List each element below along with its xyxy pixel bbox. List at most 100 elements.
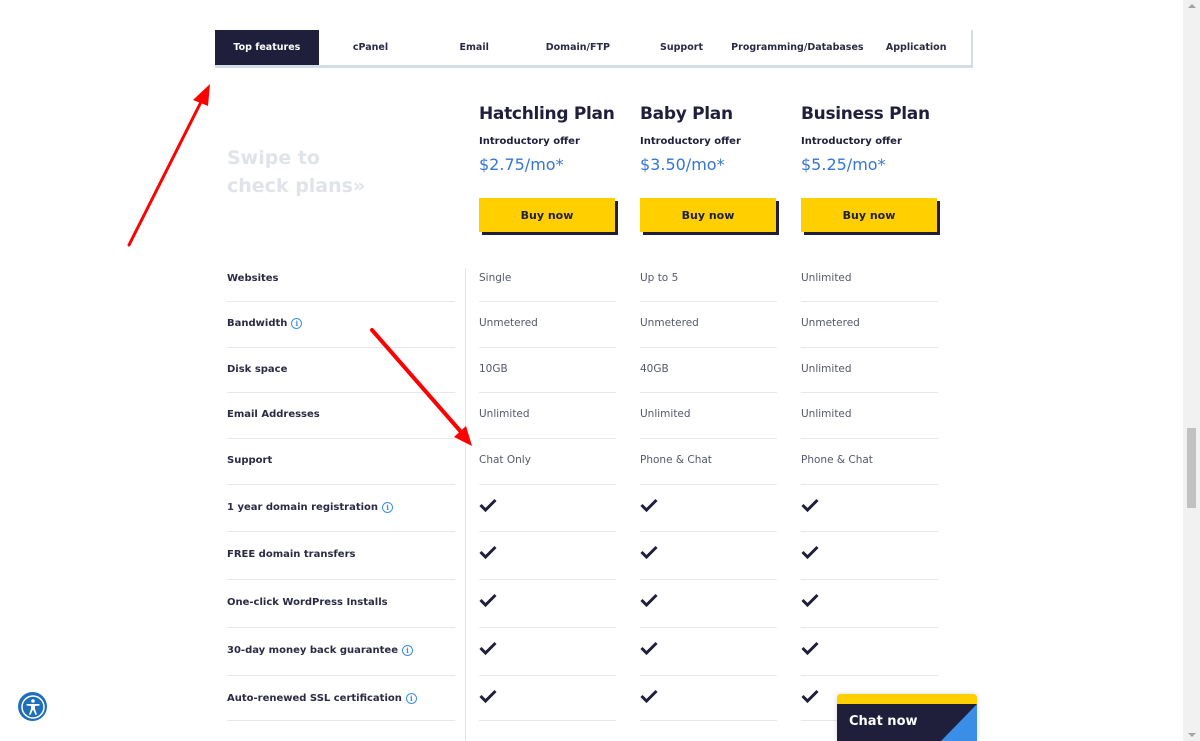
info-icon[interactable]: i xyxy=(402,644,413,656)
check-icon xyxy=(640,689,658,703)
feature-label-text: Bandwidth xyxy=(227,317,288,329)
feature-row-label: 1 year domain registration i xyxy=(227,494,455,520)
row-separator xyxy=(227,720,455,721)
row-separator xyxy=(227,675,455,676)
row-separator xyxy=(640,301,777,302)
feature-row-label: Websites xyxy=(227,266,455,290)
feature-label-text: Email Addresses xyxy=(227,408,320,420)
page-scrollbar[interactable] xyxy=(1183,0,1200,741)
row-separator xyxy=(640,720,777,721)
row-separator xyxy=(640,347,777,348)
chat-now-widget[interactable]: Chat now xyxy=(837,694,977,741)
annotation-arrow-tabs xyxy=(127,84,210,247)
row-separator xyxy=(479,720,616,721)
row-separator xyxy=(227,392,455,393)
row-separator xyxy=(801,579,938,580)
feature-value: Unlimited xyxy=(801,272,852,284)
row-separator xyxy=(227,579,455,580)
feature-label-text: 1 year domain registration xyxy=(227,501,379,513)
plan-business: Business Plan Introductory offer $5.25/m… xyxy=(801,104,941,232)
feature-label-text: 30-day money back guarantee xyxy=(227,644,398,656)
buy-now-button[interactable]: Buy now xyxy=(640,198,776,232)
tab-application[interactable]: Application xyxy=(861,30,971,65)
row-separator xyxy=(227,301,455,302)
plan-name: Hatchling Plan xyxy=(479,104,615,124)
feature-value: 10GB xyxy=(479,363,508,375)
row-separator xyxy=(640,438,777,439)
chat-now-label: Chat now xyxy=(849,714,918,729)
feature-value: Unlimited xyxy=(801,363,852,375)
feature-value: Phone & Chat xyxy=(801,454,873,466)
row-separator xyxy=(801,675,938,676)
check-icon xyxy=(801,545,819,559)
tab-top-features[interactable]: Top features xyxy=(215,30,319,65)
feature-value: Up to 5 xyxy=(640,272,679,284)
row-separator xyxy=(801,347,938,348)
info-icon[interactable]: i xyxy=(382,501,394,513)
scroll-down-arrow[interactable] xyxy=(1188,733,1196,737)
feature-row-label: Disk space xyxy=(227,357,455,381)
check-icon xyxy=(801,498,819,512)
row-separator xyxy=(640,392,777,393)
feature-value: Unmetered xyxy=(640,317,699,329)
check-icon xyxy=(801,593,819,607)
row-separator xyxy=(801,627,938,628)
check-icon xyxy=(640,545,658,559)
row-separator xyxy=(479,627,616,628)
tab-email[interactable]: Email xyxy=(422,30,526,65)
info-icon[interactable]: i xyxy=(291,317,303,329)
row-separator xyxy=(479,484,616,485)
feature-value: Unlimited xyxy=(640,408,691,420)
plan-name: Business Plan xyxy=(801,104,930,124)
buy-now-button[interactable]: Buy now xyxy=(801,198,937,232)
row-separator xyxy=(640,675,777,676)
row-separator xyxy=(227,438,455,439)
plan-price: $5.25/mo* xyxy=(801,155,886,174)
feature-value: Chat Only xyxy=(479,454,531,466)
plan-price: $2.75/mo* xyxy=(479,155,564,174)
tab-programming-databases[interactable]: Programming/Databases xyxy=(731,30,863,65)
row-separator xyxy=(227,484,455,485)
scroll-thumb[interactable] xyxy=(1187,428,1196,508)
swipe-hint-line1: Swipe to xyxy=(227,147,320,169)
scroll-up-arrow[interactable] xyxy=(1188,4,1196,8)
row-separator xyxy=(801,531,938,532)
row-separator xyxy=(640,531,777,532)
check-icon xyxy=(801,689,819,703)
buy-now-button[interactable]: Buy now xyxy=(479,198,615,232)
tab-cpanel[interactable]: cPanel xyxy=(319,30,423,65)
feature-label-text: One-click WordPress Installs xyxy=(227,596,388,608)
row-separator xyxy=(479,392,616,393)
row-separator xyxy=(227,531,455,532)
row-separator xyxy=(640,627,777,628)
feature-value: Unlimited xyxy=(479,408,530,420)
feature-label-text: Disk space xyxy=(227,363,288,375)
feature-value: Unmetered xyxy=(479,317,538,329)
feature-value: Single xyxy=(479,272,512,284)
info-icon[interactable]: i xyxy=(405,692,417,704)
feature-row-label: 30-day money back guarantee i xyxy=(227,637,455,663)
feature-label-text: Websites xyxy=(227,272,279,284)
row-separator xyxy=(479,438,616,439)
row-separator xyxy=(640,579,777,580)
plan-baby: Baby Plan Introductory offer $3.50/mo* B… xyxy=(640,104,780,232)
chat-corner-decoration xyxy=(941,704,977,741)
accessibility-button[interactable] xyxy=(18,692,47,721)
row-separator xyxy=(640,484,777,485)
feature-row-label: Bandwidth i xyxy=(227,311,455,335)
feature-tabs: Top features cPanel Email Domain/FTP Sup… xyxy=(215,30,973,68)
feature-value: Unmetered xyxy=(801,317,860,329)
check-icon xyxy=(801,641,819,655)
feature-row-label: One-click WordPress Installs xyxy=(227,589,455,615)
row-separator xyxy=(801,392,938,393)
feature-value: 40GB xyxy=(640,363,669,375)
row-separator xyxy=(227,627,455,628)
feature-row-label: Support xyxy=(227,448,455,472)
check-icon xyxy=(479,593,497,607)
swipe-hint: Swipe to check plans» xyxy=(227,144,365,200)
tab-support[interactable]: Support xyxy=(630,30,734,65)
tab-domain-ftp[interactable]: Domain/FTP xyxy=(526,30,630,65)
plan-offer: Introductory offer xyxy=(479,136,580,147)
feature-label-text: Support xyxy=(227,454,273,466)
check-icon xyxy=(479,689,497,703)
